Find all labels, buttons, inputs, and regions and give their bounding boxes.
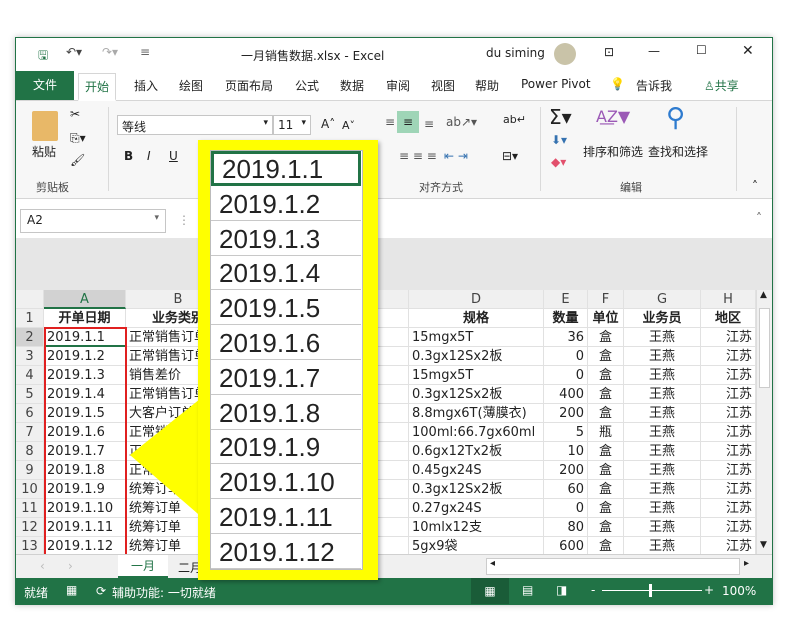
zoomed-date-cell: 2019.1.8 bbox=[211, 395, 361, 430]
callout-arrow bbox=[130, 395, 205, 520]
zoomed-date-cell: 2019.1.11 bbox=[211, 499, 361, 534]
callout-pointer bbox=[130, 395, 205, 520]
zoomed-date-cell: 2019.1.9 bbox=[211, 429, 361, 465]
zoomed-date-cell: 2019.1.4 bbox=[211, 255, 361, 291]
zoomed-date-cell: 2019.1.5 bbox=[211, 290, 361, 326]
zoom-callout: 2019.1.1 2019.1.2 2019.1.3 2019.1.4 2019.1.5… bbox=[198, 140, 378, 580]
zoomed-date-cell: 2019.1.7 bbox=[211, 360, 361, 395]
zoomed-date-cell: 2019.1.1 bbox=[211, 151, 361, 186]
zoomed-date-cell: 2019.1.6 bbox=[211, 325, 361, 360]
zoomed-date-cell: 2019.1.3 bbox=[211, 221, 361, 256]
zoomed-column-a: 2019.1.1 2019.1.2 2019.1.3 2019.1.4 2019.1.5… bbox=[210, 150, 363, 570]
zoomed-date-cell: 2019.1.2 bbox=[211, 186, 361, 221]
zoomed-date-cell: 2019.1.12 bbox=[211, 534, 361, 569]
zoomed-date-cell: 2019.1.10 bbox=[211, 464, 361, 500]
